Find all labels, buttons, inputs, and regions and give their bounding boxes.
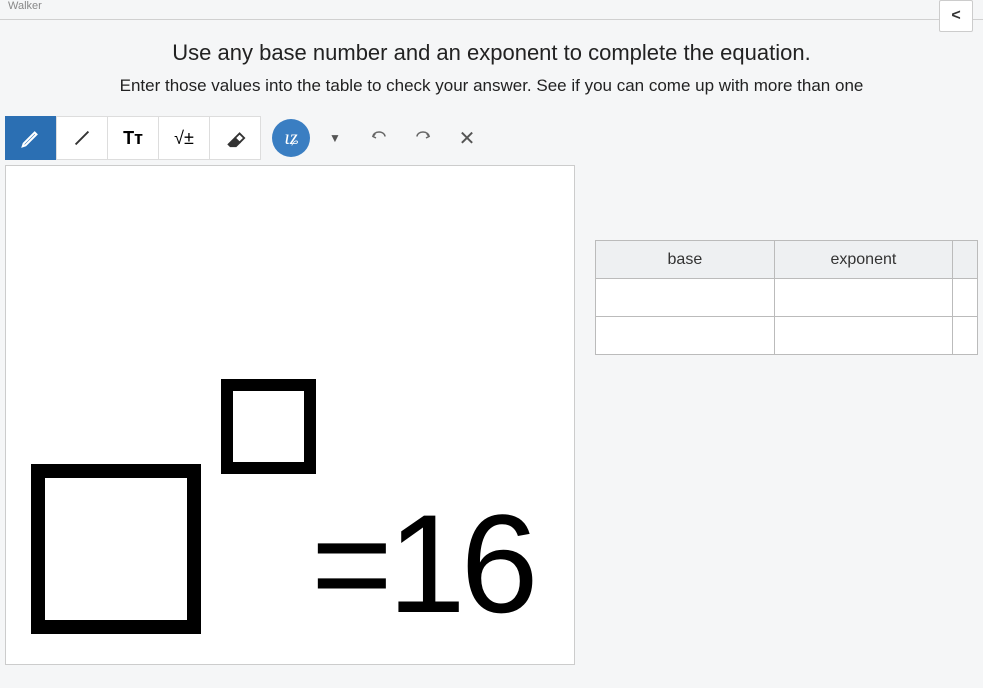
base-cell-1[interactable]	[596, 279, 774, 317]
table-row	[596, 317, 978, 355]
eraser-icon	[224, 127, 246, 149]
table-row	[596, 279, 978, 317]
close-icon: ✕	[459, 126, 476, 151]
col-exponent-header: exponent	[774, 241, 953, 279]
math-tool[interactable]: √±	[158, 116, 210, 160]
redo-button[interactable]	[404, 119, 442, 157]
drawing-canvas[interactable]: =16	[5, 165, 575, 665]
text-icon: Tᴛ	[123, 128, 143, 149]
scribble-tool[interactable]: ɩʑ	[272, 119, 310, 157]
base-cell-2[interactable]	[596, 317, 774, 355]
col-base-header: base	[596, 241, 774, 279]
line-icon	[71, 127, 93, 149]
instructions: Use any base number and an exponent to c…	[0, 20, 983, 111]
math-icon: √±	[174, 128, 194, 149]
clear-button[interactable]: ✕	[448, 119, 486, 157]
equation: =16	[31, 464, 533, 634]
eraser-tool[interactable]	[209, 116, 261, 160]
answer-table: base exponent	[595, 240, 978, 355]
pen-icon	[20, 127, 42, 149]
top-bar: Walker	[0, 0, 983, 20]
chevron-left-icon: <	[951, 7, 960, 25]
back-button[interactable]: <	[939, 0, 973, 32]
chevron-down-icon: ▼	[329, 131, 341, 145]
redo-icon	[414, 129, 432, 147]
exponent-cell-2[interactable]	[774, 317, 953, 355]
undo-icon	[370, 129, 388, 147]
toolbar: Tᴛ √± ɩʑ ▼ ✕	[0, 111, 983, 165]
line-tool[interactable]	[56, 116, 108, 160]
undo-button[interactable]	[360, 119, 398, 157]
equation-result: =16	[311, 494, 533, 634]
dropdown-button[interactable]: ▼	[316, 119, 354, 157]
answer-table-wrap: base exponent	[595, 240, 978, 665]
exponent-cell-1[interactable]	[774, 279, 953, 317]
work-area: =16 base exponent	[0, 165, 983, 665]
instruction-line-1: Use any base number and an exponent to c…	[30, 40, 953, 66]
exponent-input-box[interactable]	[221, 379, 316, 474]
base-input-box[interactable]	[31, 464, 201, 634]
instruction-line-2: Enter those values into the table to che…	[30, 76, 953, 96]
user-name-fragment: Walker	[8, 0, 42, 12]
extra-cell-2[interactable]	[953, 317, 978, 355]
pen-tool[interactable]	[5, 116, 57, 160]
scribble-icon: ɩʑ	[284, 127, 297, 150]
col-extra-header	[953, 241, 978, 279]
text-tool[interactable]: Tᴛ	[107, 116, 159, 160]
extra-cell-1[interactable]	[953, 279, 978, 317]
